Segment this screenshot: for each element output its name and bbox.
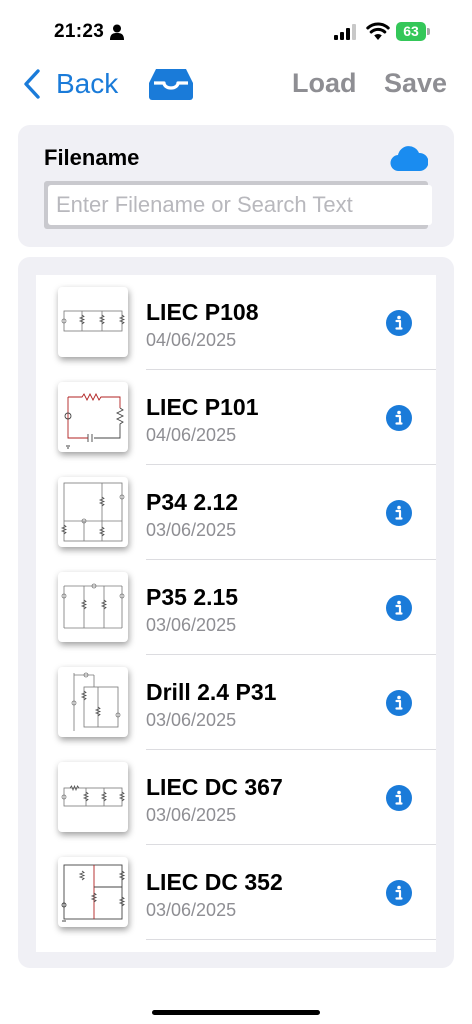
wifi-icon — [366, 22, 390, 40]
circuit-thumbnail — [58, 477, 128, 547]
filename-panel: Filename — [18, 125, 454, 247]
info-icon — [395, 600, 403, 615]
file-row[interactable]: LIEC DC 352 03/06/2025 — [36, 845, 436, 940]
info-button[interactable] — [386, 595, 412, 621]
info-button[interactable] — [386, 690, 412, 716]
battery-level: 63 — [403, 23, 419, 39]
cloud-icon[interactable] — [390, 144, 428, 172]
circuit-thumbnail — [58, 667, 128, 737]
info-icon — [395, 315, 403, 330]
file-date: 03/06/2025 — [146, 615, 237, 635]
home-indicator[interactable] — [152, 1010, 320, 1015]
file-row[interactable]: P35 2.15 03/06/2025 — [36, 560, 436, 655]
info-button[interactable] — [386, 785, 412, 811]
chevron-left-icon — [24, 69, 40, 99]
info-icon — [395, 505, 403, 520]
file-title: Drill 2.4 P31 — [146, 679, 277, 705]
file-date: 04/06/2025 — [146, 425, 237, 445]
file-date: 03/06/2025 — [146, 900, 237, 920]
signal-icon — [334, 24, 356, 40]
info-button[interactable] — [386, 880, 412, 906]
status-bar: 21:23 63 — [0, 0, 472, 60]
info-button[interactable] — [386, 310, 412, 336]
file-title: P34 2.12 — [146, 489, 239, 515]
file-title: P35 2.15 — [146, 584, 239, 610]
file-row[interactable]: LIEC DC 367 03/06/2025 — [36, 750, 436, 845]
file-row[interactable]: LIEC P101 04/06/2025 — [36, 370, 436, 465]
info-button[interactable] — [386, 500, 412, 526]
file-date: 03/06/2025 — [146, 710, 237, 730]
row-divider — [146, 939, 436, 940]
battery-icon: 63 — [396, 22, 432, 41]
load-button[interactable]: Load — [292, 68, 357, 99]
circuit-thumbnail — [58, 857, 128, 927]
file-row[interactable]: P34 2.12 03/06/2025 — [36, 465, 436, 560]
status-time: 21:23 — [54, 21, 105, 42]
info-icon — [395, 790, 403, 805]
info-icon — [395, 410, 403, 425]
file-date: 03/06/2025 — [146, 520, 237, 540]
filename-label: Filename — [44, 145, 140, 170]
circuit-thumbnail — [58, 287, 128, 357]
info-button[interactable] — [386, 405, 412, 431]
file-title: LIEC P108 — [146, 299, 259, 325]
file-title: LIEC DC 352 — [146, 869, 283, 895]
circuit-thumbnail — [58, 762, 128, 832]
info-icon — [395, 885, 403, 900]
nav-bar: Back Load Save — [0, 60, 472, 110]
inbox-tray-icon[interactable] — [148, 67, 194, 101]
file-list: LIEC P108 04/06/2025 LIEC P101 04/06/202… — [36, 275, 436, 952]
file-title: LIEC DC 367 — [146, 774, 283, 800]
filename-field-border — [44, 181, 432, 229]
back-button[interactable]: Back — [22, 66, 118, 102]
file-row[interactable]: LIEC P108 04/06/2025 — [36, 275, 436, 370]
person-icon — [110, 24, 124, 40]
circuit-thumbnail — [58, 572, 128, 642]
file-row[interactable]: Drill 2.4 P31 03/06/2025 — [36, 655, 436, 750]
filename-input[interactable] — [48, 185, 432, 225]
file-date: 04/06/2025 — [146, 330, 237, 350]
circuit-thumbnail — [58, 382, 128, 452]
file-date: 03/06/2025 — [146, 805, 237, 825]
info-icon — [395, 695, 403, 710]
back-label: Back — [56, 68, 119, 99]
file-list-panel: LIEC P108 04/06/2025 LIEC P101 04/06/202… — [18, 257, 454, 968]
save-button[interactable]: Save — [384, 68, 447, 99]
file-title: LIEC P101 — [146, 394, 259, 420]
